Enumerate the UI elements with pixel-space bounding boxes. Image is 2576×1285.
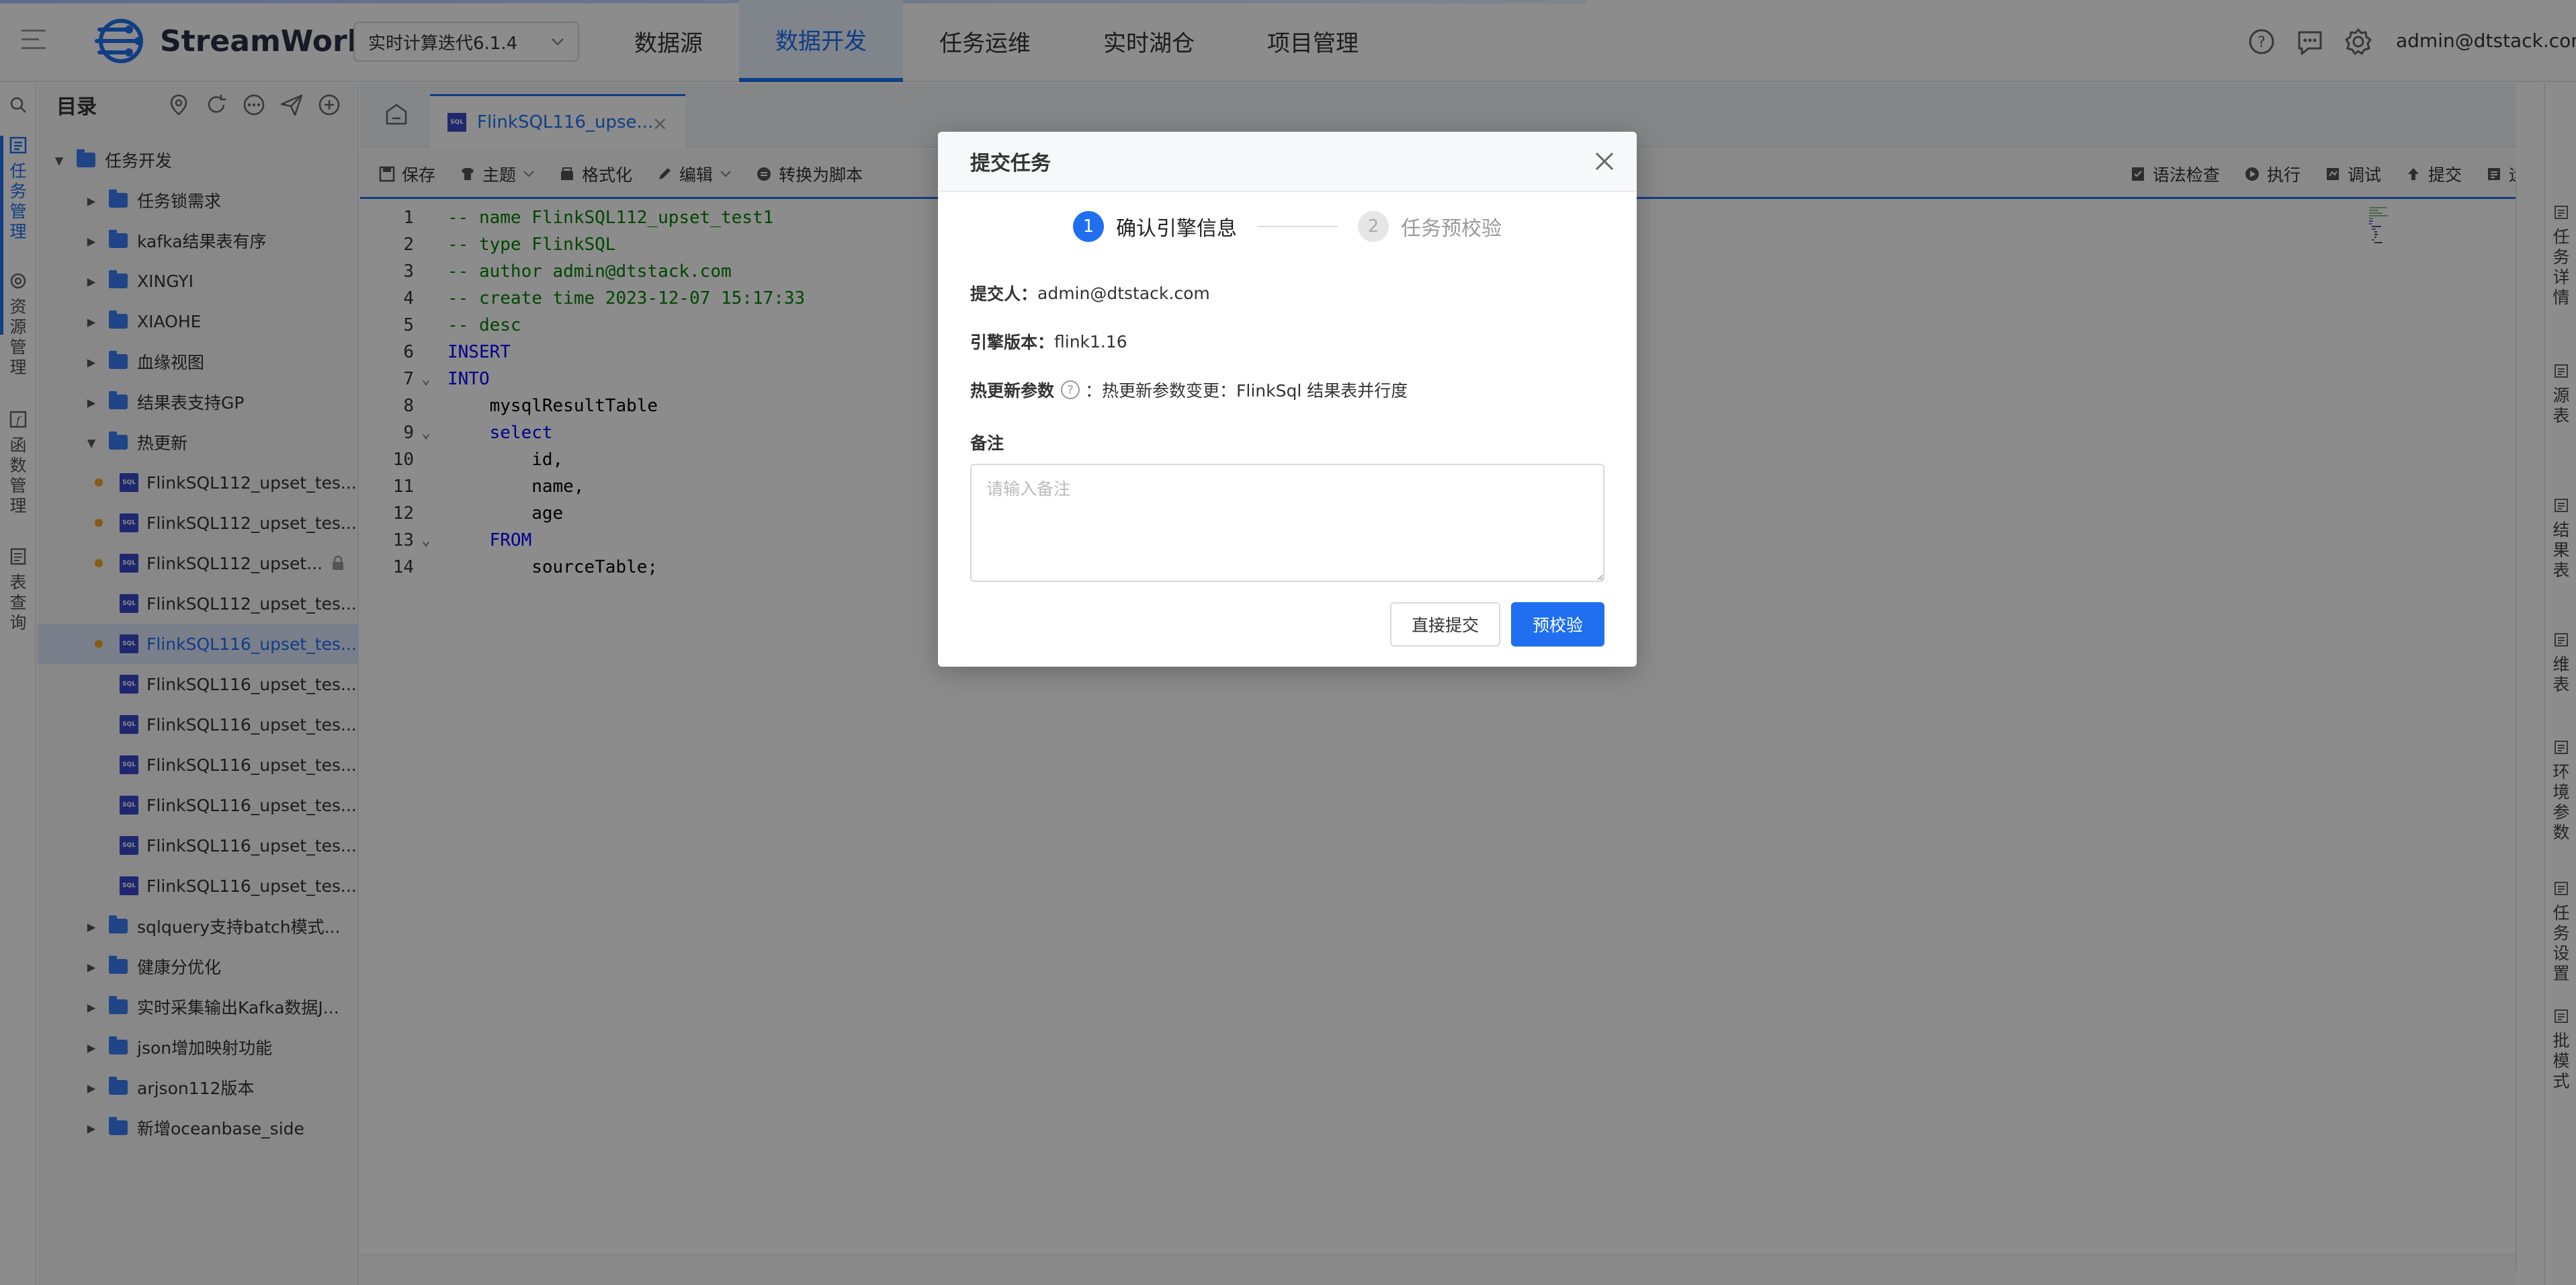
direct-submit-button[interactable]: 直接提交 [1389,602,1500,647]
hot-update-field: 热更新参数 ? ：热更新参数变更：FlinkSql 结果表并行度 [970,378,1408,402]
steps: 1 确认引擎信息 2 任务预校验 [938,211,1637,242]
step-precheck: 2 任务预校验 [1358,211,1502,242]
step-label: 任务预校验 [1401,217,1502,241]
close-icon [1595,152,1614,171]
submit-task-dialog: 提交任务 1 确认引擎信息 2 任务预校验 提交人： admin@dtstack… [938,132,1637,667]
note-textarea[interactable] [970,464,1604,582]
dialog-header: 提交任务 [938,132,1637,192]
engine-version-field: 引擎版本： flink1.16 [970,329,1127,354]
submitter-field: 提交人： admin@dtstack.com [970,281,1210,305]
hot-update-label: 热更新参数 [970,381,1055,401]
step-label: 确认引擎信息 [1116,217,1237,241]
precheck-button[interactable]: 预校验 [1510,602,1604,647]
engine-version-value: flink1.16 [1054,331,1127,351]
dialog-footer: 直接提交 预校验 [1389,602,1604,647]
step-number: 2 [1358,211,1389,242]
submitter-value: admin@dtstack.com [1037,283,1210,303]
step-confirm-engine: 1 确认引擎信息 [1073,211,1237,242]
submitter-label: 提交人： [970,284,1038,304]
help-icon[interactable]: ? [1061,380,1080,399]
hot-update-value: ：热更新参数变更：FlinkSql 结果表并行度 [1085,381,1408,401]
step-connector [1257,226,1338,227]
dialog-close-button[interactable] [1592,149,1617,173]
note-label: 备注 [970,433,1004,453]
dialog-title: 提交任务 [970,152,1051,175]
engine-version-label: 引擎版本： [970,333,1055,352]
step-number: 1 [1073,211,1104,242]
